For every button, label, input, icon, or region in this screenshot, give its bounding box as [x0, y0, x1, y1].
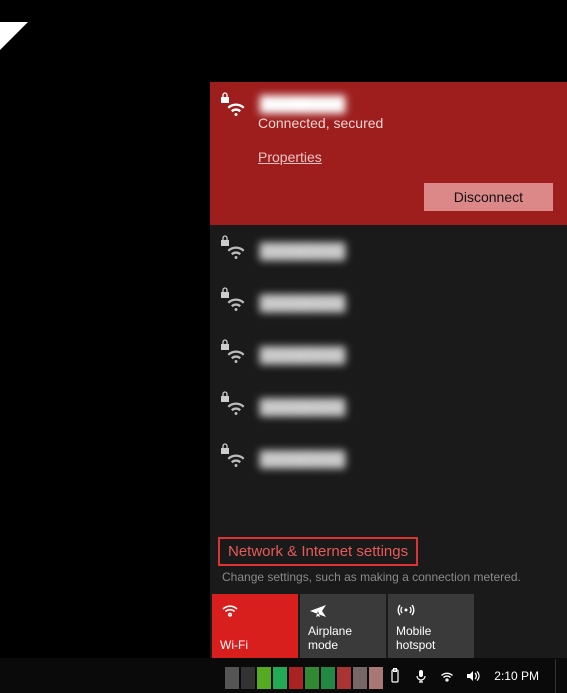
network-item[interactable]: ████████ — [210, 225, 567, 277]
lock-icon — [220, 235, 230, 247]
taskbar-app-previews — [225, 667, 383, 689]
network-name: ████████ — [258, 243, 347, 260]
network-name: ████████ — [258, 451, 347, 468]
taskbar-app-block[interactable] — [289, 667, 303, 689]
lock-icon — [220, 287, 230, 299]
wifi-icon — [220, 600, 290, 620]
window-corner-decoration — [0, 22, 28, 50]
lock-icon — [220, 391, 230, 403]
taskbar-app-block[interactable] — [225, 667, 239, 689]
tray-usb-icon[interactable] — [386, 667, 404, 685]
network-item[interactable]: ████████ — [210, 277, 567, 329]
available-networks-list: ████████ ████████ ████████ ████████ ████████ — [210, 225, 567, 531]
network-settings-subtext: Change settings, such as making a connec… — [210, 568, 567, 592]
taskbar-app-block[interactable] — [321, 667, 335, 689]
lock-icon — [220, 443, 230, 455]
network-name: ████████ — [258, 295, 347, 312]
taskbar-app-block[interactable] — [241, 667, 255, 689]
taskbar-app-block[interactable] — [273, 667, 287, 689]
network-flyout-panel: ████████ Connected, secured Properties D… — [210, 82, 567, 658]
current-network-block[interactable]: ████████ Connected, secured Properties D… — [210, 82, 567, 225]
wifi-secured-icon — [224, 395, 248, 419]
wifi-secured-icon — [224, 447, 248, 471]
taskbar-app-block[interactable] — [337, 667, 351, 689]
taskbar-app-block[interactable] — [257, 667, 271, 689]
network-item[interactable]: ████████ — [210, 381, 567, 433]
taskbar-app-block[interactable] — [305, 667, 319, 689]
airplane-tile[interactable]: Airplane mode — [300, 594, 386, 658]
lock-icon — [220, 92, 230, 104]
quick-action-tiles: Wi-Fi Airplane mode Mobile hotspot — [210, 592, 567, 658]
wifi-secured-icon — [224, 96, 248, 120]
taskbar-app-block[interactable] — [369, 667, 383, 689]
tile-label: Airplane mode — [308, 624, 378, 652]
tray-wifi-icon[interactable] — [438, 667, 456, 685]
current-network-status: Connected, secured — [258, 115, 553, 131]
tile-label: Wi-Fi — [220, 638, 290, 652]
tray-microphone-icon[interactable] — [412, 667, 430, 685]
current-network-name: ████████ — [258, 96, 347, 113]
network-item[interactable]: ████████ — [210, 329, 567, 381]
taskbar-clock[interactable]: 2:10 PM — [490, 669, 543, 683]
disconnect-button[interactable]: Disconnect — [424, 183, 553, 211]
hotspot-icon — [396, 600, 466, 620]
wifi-secured-icon — [224, 239, 248, 263]
wifi-secured-icon — [224, 291, 248, 315]
network-item[interactable]: ████████ — [210, 433, 567, 485]
show-desktop-button[interactable] — [555, 659, 559, 693]
wifi-tile[interactable]: Wi-Fi — [212, 594, 298, 658]
tile-label: Mobile hotspot — [396, 624, 466, 652]
network-name: ████████ — [258, 347, 347, 364]
airplane-icon — [308, 600, 378, 620]
taskbar-app-block[interactable] — [353, 667, 367, 689]
lock-icon — [220, 339, 230, 351]
properties-link[interactable]: Properties — [258, 149, 322, 165]
wifi-secured-icon — [224, 343, 248, 367]
taskbar: 2:10 PM — [0, 658, 567, 693]
hotspot-tile[interactable]: Mobile hotspot — [388, 594, 474, 658]
network-name: ████████ — [258, 399, 347, 416]
tray-volume-icon[interactable] — [464, 667, 482, 685]
network-settings-link[interactable]: Network & Internet settings — [218, 537, 418, 566]
